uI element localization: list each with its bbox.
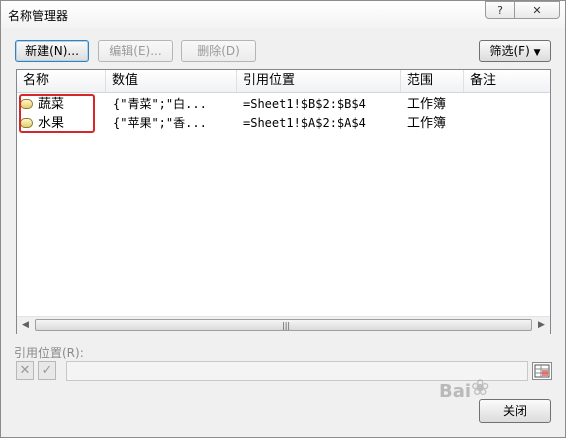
row-value: {"青菜";"白... <box>113 97 207 111</box>
filter-label: 筛选(F) <box>489 44 530 58</box>
list-header: 名称 数值 引用位置 范围 备注 <box>17 70 550 93</box>
table-row[interactable]: 蔬菜 {"青菜";"白... =Sheet1!$B$2:$B$4 工作簿 <box>17 95 550 114</box>
paw-icon: ❀ <box>471 376 490 401</box>
confirm-edit-button[interactable]: ✓ <box>38 361 56 380</box>
close-button[interactable]: 关闭 <box>479 399 551 423</box>
row-scope: 工作簿 <box>407 97 447 112</box>
column-header-comment[interactable]: 备注 <box>464 70 550 92</box>
refers-to-input[interactable] <box>66 361 528 381</box>
row-refers-to: =Sheet1!$A$2:$A$4 <box>243 116 366 130</box>
column-header-name[interactable]: 名称 <box>17 70 106 92</box>
range-select-icon <box>534 364 550 378</box>
title-bar: 名称管理器 ? ✕ <box>1 1 565 28</box>
cancel-edit-button[interactable]: ✕ <box>16 361 34 380</box>
scroll-right-icon[interactable]: ▶ <box>533 317 550 334</box>
column-header-value[interactable]: 数值 <box>106 70 237 92</box>
delete-button[interactable]: 删除(D) <box>181 40 256 62</box>
range-select-button[interactable] <box>532 362 552 380</box>
column-header-scope[interactable]: 范围 <box>401 70 464 92</box>
check-icon: ✓ <box>41 363 53 378</box>
new-button[interactable]: 新建(N)... <box>15 40 89 62</box>
grip-icon: ||| <box>282 321 291 330</box>
names-list[interactable]: 名称 数值 引用位置 范围 备注 蔬菜 {"青菜";"白... =Sheet1!… <box>16 69 551 334</box>
filter-button[interactable]: 筛选(F) ▼ <box>479 40 551 62</box>
column-header-refers-to[interactable]: 引用位置 <box>237 70 401 92</box>
horizontal-scrollbar[interactable]: ◀ ||| ▶ <box>17 316 550 334</box>
watermark-text: Bai <box>439 381 472 402</box>
help-button[interactable]: ? <box>485 1 515 19</box>
close-window-button[interactable]: ✕ <box>514 1 560 19</box>
name-manager-dialog: 名称管理器 ? ✕ 新建(N)... 编辑(E)... 删除(D) 筛选(F) … <box>0 0 566 438</box>
close-icon: ✕ <box>532 4 542 17</box>
dialog-title: 名称管理器 <box>8 9 69 23</box>
cross-icon: ✕ <box>19 363 31 378</box>
scroll-thumb[interactable]: ||| <box>35 319 532 331</box>
edit-button[interactable]: 编辑(E)... <box>98 40 173 62</box>
row-refers-to: =Sheet1!$B$2:$B$4 <box>243 97 366 111</box>
row-value: {"苹果";"香... <box>113 116 207 130</box>
chevron-down-icon: ▼ <box>533 48 541 58</box>
scroll-left-icon[interactable]: ◀ <box>17 317 34 334</box>
row-scope: 工作簿 <box>407 116 447 131</box>
highlight-annotation <box>19 94 95 133</box>
refers-to-label: 引用位置(R): <box>14 346 84 360</box>
table-row[interactable]: 水果 {"苹果";"香... =Sheet1!$A$2:$A$4 工作簿 <box>17 114 550 133</box>
